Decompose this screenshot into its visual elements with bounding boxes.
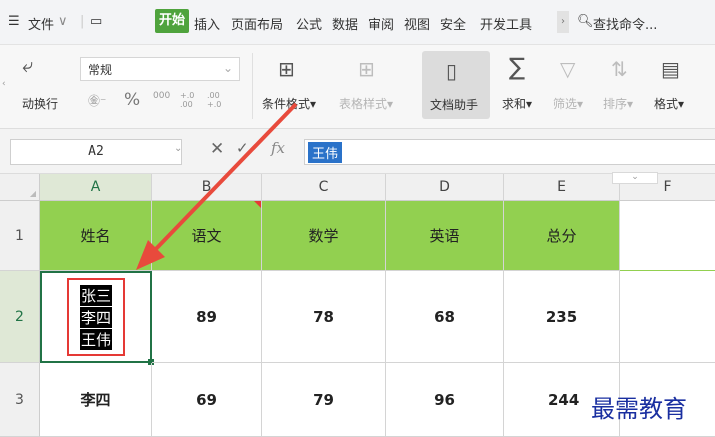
arrow-shaft: [150, 102, 298, 255]
watermark: 最需教育: [591, 395, 687, 423]
annotation-arrow: [136, 102, 298, 270]
